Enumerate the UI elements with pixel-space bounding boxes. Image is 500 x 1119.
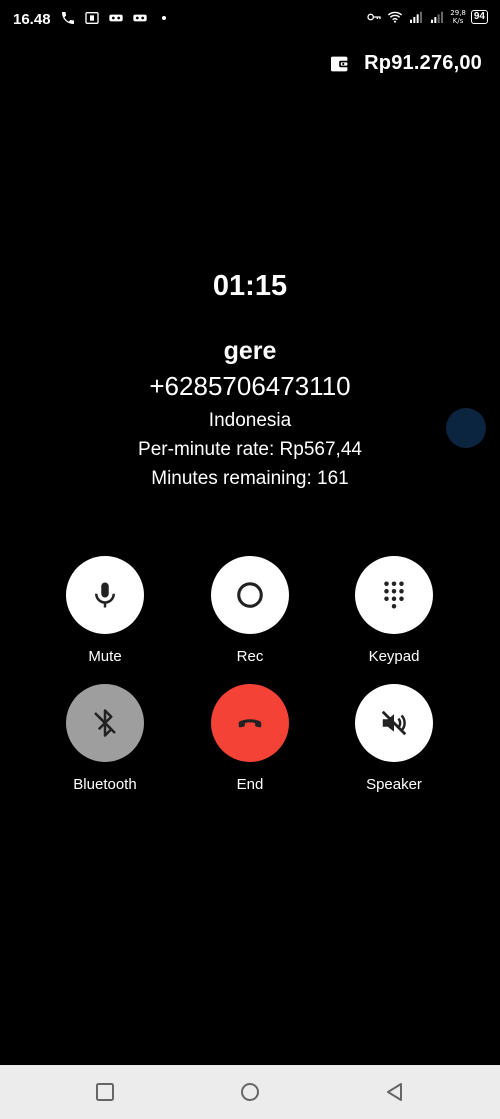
country: Indonesia [208,410,292,431]
mute-label: Mute [88,648,122,665]
end-call-button-circle[interactable] [211,684,289,762]
bluetooth-label: Bluetooth [73,776,137,793]
end-call-label: End [236,776,264,793]
phone-number: +6285706473110 [149,371,351,401]
speaker-button[interactable]: Speaker [334,684,454,793]
network-speed-unit: K/s [452,17,464,25]
status-bar: 16.48 29,8 K/s 94 [0,0,500,40]
back-icon[interactable] [384,1081,406,1103]
status-icons-right: 29,8 K/s 94 [366,9,488,25]
status-icons-left [60,10,172,26]
status-time: 16.48 [13,11,51,28]
dialpad-icon [384,581,404,609]
signal-icon [431,11,444,23]
home-icon[interactable] [239,1081,261,1103]
navigation-bar [0,1065,500,1119]
keypad-button-circle[interactable] [355,556,433,634]
phone-icon [62,12,74,24]
bluetooth-button[interactable]: Bluetooth [45,684,165,793]
sim-icon [85,12,99,24]
network-speed-value: 29,8 [450,9,466,17]
record-button-circle[interactable] [211,556,289,634]
record-button[interactable]: Rec [190,556,310,665]
hangup-icon [238,719,262,728]
keypad-label: Keypad [368,648,420,665]
notification-dot-icon [162,16,166,20]
balance-amount: Rp91.276,00 [364,52,482,74]
end-call-button[interactable]: End [190,684,310,793]
minutes-remaining: Minutes remaining: 161 [151,468,349,489]
record-icon [237,582,263,608]
contact-name: gere [223,337,277,365]
microphone-icon [95,582,115,608]
signal-icon [410,11,423,23]
mute-button-circle[interactable] [66,556,144,634]
vr-icon [133,14,147,22]
call-timer: 01:15 [212,270,288,302]
vr-icon [109,14,123,22]
record-label: Rec [236,648,264,665]
keypad-button[interactable]: Keypad [334,556,454,665]
speaker-label: Speaker [366,776,422,793]
bluetooth-disabled-icon [94,709,116,737]
wallet-icon [331,56,350,71]
network-speed: 29,8 K/s [450,9,466,25]
speaker-off-icon [381,710,407,736]
mute-button[interactable]: Mute [45,556,165,665]
wifi-icon [388,11,403,23]
speaker-button-circle[interactable] [355,684,433,762]
recent-apps-icon[interactable] [94,1081,116,1103]
bluetooth-button-circle[interactable] [66,684,144,762]
key-icon [367,13,381,21]
battery-indicator: 94 [470,10,488,24]
floating-bubble[interactable] [446,408,486,448]
balance-display: Rp91.276,00 [330,52,482,75]
per-minute-rate: Per-minute rate: Rp567,44 [138,439,362,460]
